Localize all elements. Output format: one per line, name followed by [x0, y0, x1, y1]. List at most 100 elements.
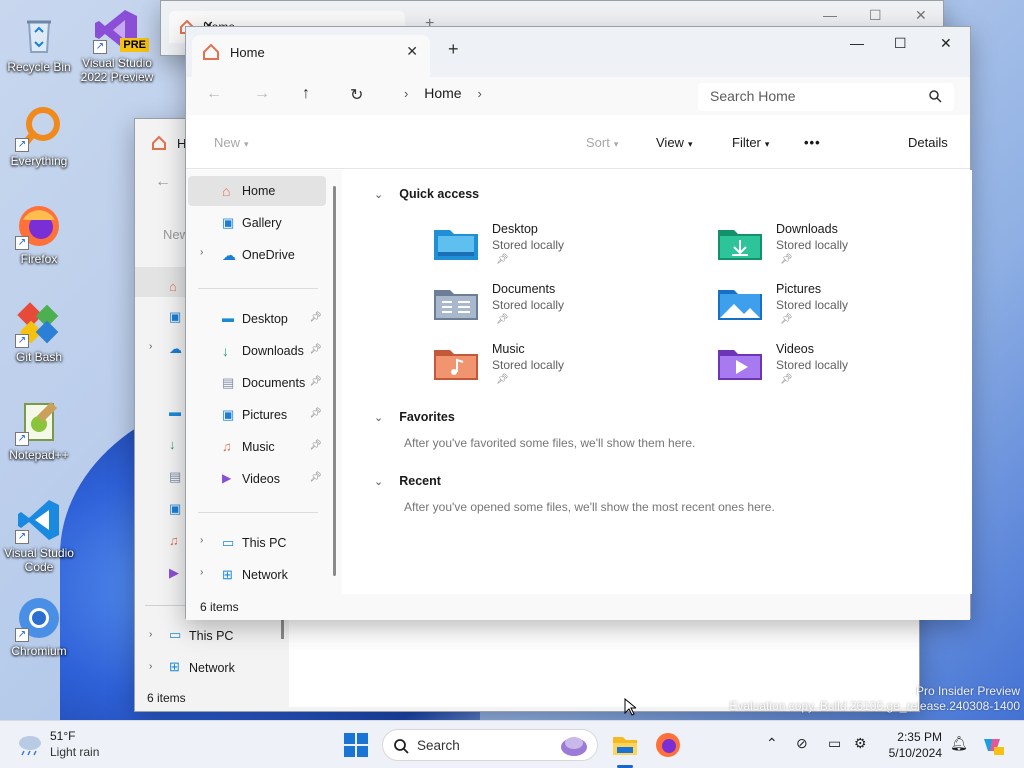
section-favorites[interactable]: ⌄ Favorites: [374, 410, 455, 424]
quick-access-item-documents[interactable]: Documents Stored locally 📌︎: [434, 282, 694, 334]
new-tab-button[interactable]: +: [448, 39, 459, 60]
minimize-icon[interactable]: —: [823, 7, 837, 23]
chevron-up-icon[interactable]: ⌃: [766, 735, 778, 752]
sidebar-item-downloads[interactable]: ↓ Downloads 📌︎: [188, 336, 326, 366]
sidebar-item-desktop[interactable]: ▬ Desktop 📌︎: [188, 304, 326, 334]
forward-arrow-icon[interactable]: →: [254, 85, 270, 103]
desktop-icon-visual-studio-preview[interactable]: PRE ↗ Visual Studio 2022 Preview: [79, 6, 155, 84]
rain-cloud-icon[interactable]: [16, 733, 44, 757]
clock[interactable]: 2:35 PM 5/10/2024: [872, 729, 942, 761]
more-options-button[interactable]: •••: [804, 135, 821, 150]
copilot-icon[interactable]: [980, 733, 1004, 757]
close-icon[interactable]: ✕: [915, 7, 927, 24]
taskbar-search[interactable]: Search: [382, 729, 598, 761]
sidebar-item-videos[interactable]: ▶ Videos 📌︎: [188, 464, 326, 494]
chevron-right-icon[interactable]: ›: [149, 629, 152, 640]
quick-access-item-desktop[interactable]: Desktop Stored locally 📌︎: [434, 222, 694, 274]
chevron-right-icon[interactable]: ›: [200, 247, 203, 258]
sidebar-item-gallery[interactable]: ▣ Gallery: [188, 208, 326, 238]
sidebar-item-network[interactable]: Network: [189, 661, 235, 675]
maximize-icon[interactable]: ☐: [869, 7, 882, 24]
quick-access-item-downloads[interactable]: Downloads Stored locally 📌︎: [718, 222, 978, 274]
section-recent[interactable]: ⌄ Recent: [374, 474, 441, 488]
search-box[interactable]: Search Home: [698, 83, 954, 111]
tab-title: Home: [230, 45, 265, 60]
chevron-right-icon[interactable]: ›: [149, 341, 152, 352]
weather-description[interactable]: Light rain: [50, 745, 99, 759]
up-arrow-icon[interactable]: ↑: [302, 85, 310, 103]
desktop-icon-everything[interactable]: ↗ Everything: [1, 104, 77, 168]
sidebar-item-home[interactable]: [135, 267, 187, 297]
windows-start-icon[interactable]: [344, 733, 368, 757]
desktop-icon-notepad-plus-plus[interactable]: ↗ Notepad++: [1, 398, 77, 462]
sidebar-item-music[interactable]: ♫ Music 📌︎: [188, 432, 326, 462]
chevron-down-icon: ▾: [764, 139, 770, 149]
filter-button[interactable]: Filter ▾: [732, 135, 769, 150]
quick-access-item-videos[interactable]: Videos Stored locally 📌︎: [718, 342, 978, 394]
notification-bell-icon[interactable]: 🔔︎: [950, 735, 968, 752]
chevron-right-icon[interactable]: ›: [200, 535, 203, 546]
command-bar: New ▾ Sort ▾ View ▾ Filter ▾ ••• Details: [186, 115, 970, 169]
sidebar-item-network[interactable]: › ⊞ Network: [188, 560, 326, 590]
sort-button[interactable]: Sort ▾: [586, 135, 618, 150]
details-button[interactable]: Details: [908, 135, 948, 150]
new-button[interactable]: New ▾: [214, 135, 249, 150]
maximize-icon[interactable]: ☐: [894, 35, 907, 52]
sidebar-item-home[interactable]: ⌂ Home: [188, 176, 326, 206]
breadcrumb[interactable]: › Home ›: [392, 85, 692, 111]
desktop-icon-firefox[interactable]: ↗ Firefox: [1, 202, 77, 266]
explorer-window-front[interactable]: Home ✕ + — ☐ ✕ ← → ↑ ↻ › Home › Search H…: [185, 26, 972, 620]
title-bar[interactable]: Home ✕ + — ☐ ✕: [186, 27, 970, 77]
minimize-icon[interactable]: —: [850, 35, 864, 51]
pin-icon[interactable]: 📌︎: [309, 312, 322, 323]
pin-icon[interactable]: 📌︎: [309, 344, 322, 355]
desktop-icon-vscode[interactable]: ↗ Visual Studio Code: [1, 496, 77, 574]
sidebar-item-pictures[interactable]: ▣ Pictures 📌︎: [188, 400, 326, 430]
firefox-icon[interactable]: [654, 731, 682, 759]
desktop-icon-chromium[interactable]: ↗ Chromium: [1, 594, 77, 658]
desktop-folder-icon: [434, 230, 478, 260]
desktop-icon-label: Recycle Bin: [7, 60, 71, 74]
item-name: Music: [492, 342, 525, 356]
scrollbar[interactable]: [281, 619, 284, 639]
clock-time: 2:35 PM: [897, 730, 942, 744]
settings-icon[interactable]: ⚙: [854, 735, 867, 752]
view-button[interactable]: View ▾: [656, 135, 692, 150]
network-offline-icon[interactable]: ⊘: [796, 735, 808, 752]
chevron-down-icon[interactable]: ⌄: [374, 412, 383, 424]
chevron-down-icon[interactable]: ⌄: [374, 476, 383, 488]
sidebar-item-this-pc[interactable]: › ▭ This PC: [188, 528, 326, 558]
chevron-down-icon[interactable]: ⌄: [374, 189, 383, 201]
videos-icon: ▶: [169, 565, 179, 580]
quick-access-item-music[interactable]: Music Stored locally 📌︎: [434, 342, 694, 394]
pin-icon[interactable]: 📌︎: [309, 440, 322, 451]
sidebar-item-onedrive[interactable]: › ☁ OneDrive: [188, 240, 326, 270]
pin-icon[interactable]: 📌︎: [309, 376, 322, 387]
scrollbar[interactable]: [333, 186, 336, 576]
desktop-icon-git-bash[interactable]: ↗ Git Bash: [1, 300, 77, 364]
sidebar-item-label: Network: [242, 568, 288, 582]
quick-access-item-pictures[interactable]: Pictures Stored locally 📌︎: [718, 282, 978, 334]
close-icon[interactable]: ✕: [940, 35, 952, 52]
sidebar-item-documents[interactable]: ▤ Documents 📌︎: [188, 368, 326, 398]
weather-temperature[interactable]: 51°F: [50, 729, 75, 743]
sidebar-item-this-pc[interactable]: This PC: [189, 629, 233, 643]
pin-icon[interactable]: 📌︎: [309, 472, 322, 483]
tab-home[interactable]: Home ✕: [192, 35, 430, 77]
back-arrow-icon[interactable]: ←: [206, 85, 222, 103]
back-arrow-icon[interactable]: ←: [155, 173, 171, 191]
chevron-right-icon[interactable]: ›: [477, 86, 481, 101]
close-tab-icon[interactable]: ✕: [406, 43, 418, 60]
chevron-right-icon[interactable]: ›: [149, 661, 152, 672]
section-quick-access[interactable]: ⌄ Quick access: [374, 187, 479, 201]
refresh-icon[interactable]: ↻: [350, 85, 363, 105]
desktop-icon-recycle-bin[interactable]: Recycle Bin: [1, 10, 77, 74]
item-name: Downloads: [776, 222, 838, 236]
pin-icon[interactable]: 📌︎: [309, 408, 322, 419]
chevron-right-icon[interactable]: ›: [200, 567, 203, 578]
section-title: Quick access: [399, 187, 480, 201]
pin-icon: 📌︎: [780, 254, 793, 265]
display-icon[interactable]: ▭: [828, 735, 841, 752]
file-explorer-icon[interactable]: [611, 731, 639, 759]
breadcrumb-item-home[interactable]: Home: [424, 85, 461, 101]
